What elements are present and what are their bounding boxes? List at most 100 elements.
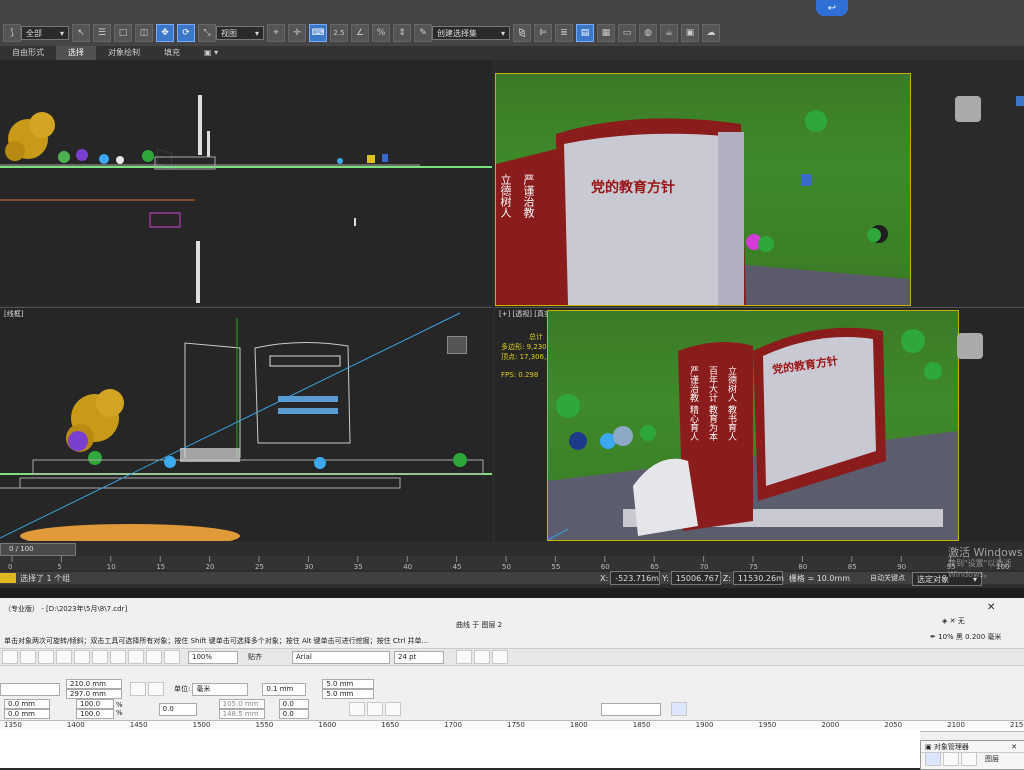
tab-freeform[interactable]: 自由形式 <box>0 46 56 60</box>
selected-tool-icon[interactable] <box>670 702 687 716</box>
offset-x-field[interactable]: 0.0 <box>278 699 309 709</box>
scale-icon[interactable]: ⤡ <box>198 24 216 42</box>
keyboard-shortcut-icon[interactable]: ⌨ <box>309 24 327 42</box>
snap-toggle-icon[interactable]: 2.5 <box>330 24 348 42</box>
tab-object-paint[interactable]: 对象绘制 <box>96 46 152 60</box>
page-preset-dropdown[interactable] <box>0 682 60 696</box>
pivot-icon[interactable]: ⌖ <box>267 24 285 42</box>
redo-icon[interactable] <box>128 650 144 664</box>
material-editor-icon[interactable]: ◍ <box>639 24 657 42</box>
export-icon[interactable] <box>164 650 180 664</box>
copy-icon[interactable] <box>74 650 90 664</box>
snap-menu[interactable]: 贴齐 <box>248 652 262 662</box>
select-manipulate-icon[interactable]: ✛ <box>288 24 306 42</box>
import-icon[interactable] <box>146 650 162 664</box>
size-w-field[interactable]: 105.0 mm <box>218 699 265 709</box>
standard-toolbar: 100% 贴齐 Arial 24 pt <box>0 648 1024 666</box>
tab-selection[interactable]: 选择 <box>56 46 96 60</box>
render-setup-icon[interactable]: ☕ <box>660 24 678 42</box>
coord-x-field[interactable]: -523.716m <box>610 571 661 585</box>
percent-snap-icon[interactable]: % <box>372 24 390 42</box>
render-icon[interactable]: ☁ <box>702 24 720 42</box>
window-crossing-icon[interactable]: ◫ <box>135 24 153 42</box>
spinner-snap-icon[interactable]: ⇕ <box>393 24 411 42</box>
ribbon-options-icon[interactable]: ▣ ▾ <box>192 46 230 60</box>
undo-icon[interactable] <box>110 650 126 664</box>
duplicate-x-field[interactable]: 5.0 mm <box>322 679 375 689</box>
viewcube-icon[interactable] <box>955 96 981 122</box>
graphite-icon[interactable]: ▦ <box>597 24 615 42</box>
ruler-tick-label: 1400 <box>66 721 85 729</box>
angle-field[interactable]: 0.0 <box>158 702 197 716</box>
named-selection-set-dropdown[interactable]: 创建选择集 ▾ <box>432 26 510 40</box>
scale-x-field[interactable]: 100.0 <box>76 699 114 709</box>
viewport-left[interactable]: [线框] <box>0 307 492 541</box>
nudge-field[interactable]: 0.1 mm <box>262 682 307 696</box>
landscape-icon[interactable] <box>148 682 164 696</box>
page-width-field[interactable]: 210.0 mm <box>66 679 122 689</box>
om-lock-icon[interactable] <box>943 752 959 766</box>
viewport-front[interactable] <box>0 61 492 305</box>
panel-close-icon[interactable]: ✕ <box>1011 743 1017 751</box>
time-slider[interactable]: 0 / 100 <box>0 543 76 556</box>
ruler-tick-label: 1900 <box>695 721 714 729</box>
font-dropdown[interactable]: Arial <box>292 650 390 664</box>
rect-region-icon[interactable]: □ <box>114 24 132 42</box>
mirror-icon[interactable]: ⧎ <box>513 24 531 42</box>
viewport-camera[interactable]: 党的教育方针 立德树人 严谨治教 <box>495 73 911 306</box>
angle-snap-icon[interactable]: ∠ <box>351 24 369 42</box>
underline-icon[interactable] <box>492 650 508 664</box>
cut-icon[interactable] <box>56 650 72 664</box>
tab-populate[interactable]: 填充 <box>152 46 192 60</box>
unit-dropdown[interactable]: 毫米 <box>192 682 249 696</box>
edit-named-sets-icon[interactable]: ✎ <box>414 24 432 42</box>
reference-coord-dropdown[interactable]: 视图 ▾ <box>216 26 264 40</box>
select-by-name-icon[interactable]: ☰ <box>93 24 111 42</box>
ruler-tick-label: 2150 <box>1010 721 1024 729</box>
viewcube-left-icon[interactable] <box>447 336 467 354</box>
rendered-frame-icon[interactable]: ▣ <box>681 24 699 42</box>
corel-close-icon[interactable]: ✕ <box>987 602 995 613</box>
om-show-icon[interactable] <box>961 752 977 766</box>
paste-icon[interactable] <box>92 650 108 664</box>
outline-style-dropdown[interactable] <box>600 702 661 716</box>
viewcube-persp-icon[interactable] <box>957 333 983 359</box>
page-height-field[interactable]: 297.0 mm <box>66 689 122 699</box>
save-icon[interactable] <box>38 650 54 664</box>
position-y-field[interactable]: 0.0 mm <box>4 709 50 719</box>
new-icon[interactable] <box>2 650 18 664</box>
curve-editor-icon[interactable]: ▭ <box>618 24 636 42</box>
maxscript-icon[interactable] <box>0 573 16 583</box>
select-object-icon[interactable]: ↖ <box>72 24 90 42</box>
undo-arrow-icon[interactable]: ↩ <box>816 0 848 16</box>
scale-y-field[interactable]: 100.0 <box>76 709 114 719</box>
layer-icon[interactable]: ≣ <box>555 24 573 42</box>
duplicate-y-field[interactable]: 5.0 mm <box>322 689 375 699</box>
align-icon[interactable]: ⊫ <box>534 24 552 42</box>
coord-y-field[interactable]: 15006.767 <box>670 571 721 585</box>
coord-z-field[interactable]: 11530.26m <box>732 571 784 585</box>
open-icon[interactable] <box>20 650 36 664</box>
offset-y-field[interactable]: 0.0 <box>278 709 309 719</box>
move-icon[interactable]: ✥ <box>156 24 174 42</box>
viewport-perspective[interactable]: [+] [透视] [真实 + 边面] 总计 多边形: 9,230,760 顶点:… <box>495 307 1024 541</box>
scene-explorer-icon[interactable]: ▤ <box>576 24 594 42</box>
om-layer-icon[interactable] <box>925 752 941 766</box>
font-size-dropdown[interactable]: 24 pt <box>394 650 444 664</box>
selection-filter-dropdown[interactable]: 全部 ▾ <box>21 26 69 40</box>
trim-icon[interactable] <box>366 702 383 716</box>
portrait-icon[interactable] <box>130 682 146 696</box>
weld-icon[interactable] <box>348 702 365 716</box>
command-panel-tab-icon[interactable] <box>1016 96 1024 106</box>
bold-icon[interactable] <box>456 650 472 664</box>
drawing-canvas[interactable] <box>0 730 920 768</box>
object-manager-title: 对象管理器 <box>933 742 969 751</box>
italic-icon[interactable] <box>474 650 490 664</box>
timeline-tick-label: 60 <box>600 563 610 571</box>
zoom-dropdown[interactable]: 100% <box>188 650 238 664</box>
link-icon[interactable]: ⟆ <box>3 24 21 42</box>
rotate-icon[interactable]: ⟳ <box>177 24 195 42</box>
intersect-icon[interactable] <box>384 702 401 716</box>
position-x-field[interactable]: 0.0 mm <box>4 699 50 709</box>
size-h-field[interactable]: 148.5 mm <box>218 709 265 719</box>
